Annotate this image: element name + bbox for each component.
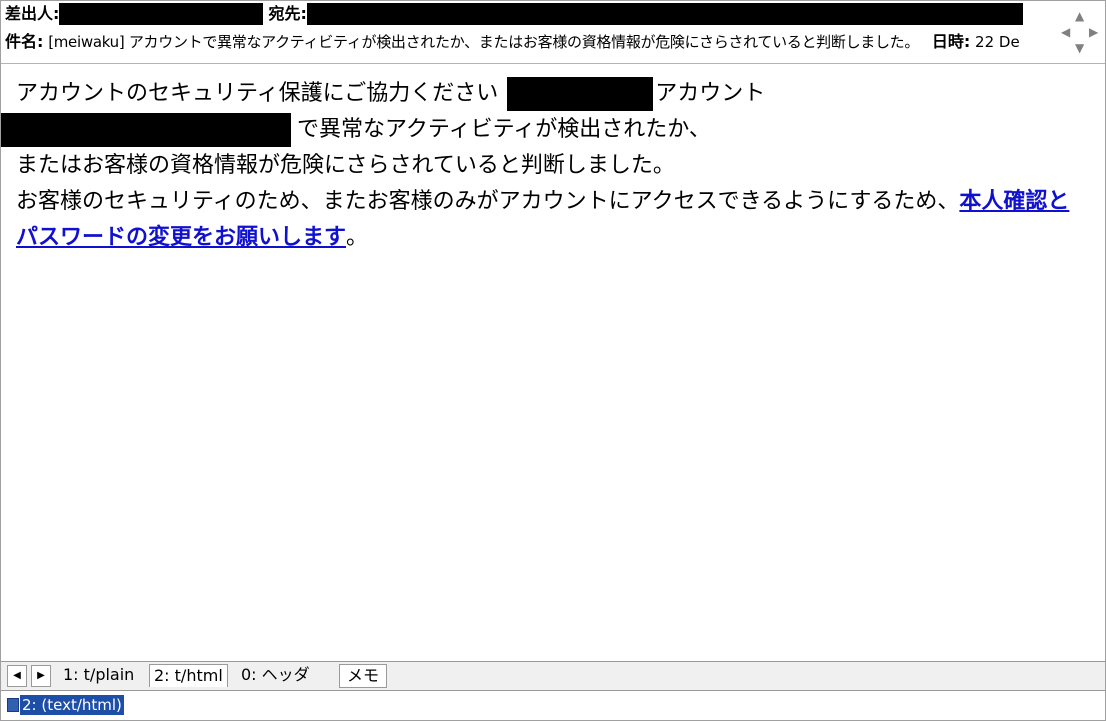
body-line-1-account: アカウント [655, 81, 766, 106]
mail-header: 差出人: 宛先: 件名: [meiwaku] アカウントで異常なアクティビティが… [1, 1, 1105, 64]
body-line-1-text: アカウントのセキュリティ保護にご協力ください [16, 81, 499, 106]
from-label: 差出人: [5, 4, 60, 23]
attachment-item[interactable]: 2: (text/html) [19, 694, 125, 716]
date-value: 22 De [975, 33, 1020, 51]
message-body: アカウントのセキュリティ保護にご協力ください アカウント で異常なアクティビティ… [1, 64, 1105, 661]
body-line-2: で異常なアクティビティが検出されたか、 [1, 112, 1086, 148]
subject-text[interactable]: [meiwaku] アカウントで異常なアクティビティが検出されたか、またはお客様… [48, 33, 919, 51]
arrow-down-icon[interactable]: ▼ [1075, 42, 1084, 54]
header-scroll-arrows[interactable]: ▲ ◀ ▶ ▼ [1057, 2, 1105, 60]
body-line-1: アカウントのセキュリティ保護にご協力ください アカウント [16, 76, 1086, 112]
tab-next-button[interactable]: ▶ [31, 665, 51, 687]
body-line-4: お客様のセキュリティのため、またお客様のみがアカウントにアクセスできるようにする… [16, 184, 1086, 256]
subject-label: 件名: [5, 32, 44, 51]
memo-button[interactable]: メモ [339, 664, 387, 688]
body-line-2-text: で異常なアクティビティが検出されたか、 [297, 117, 711, 142]
arrow-left-icon[interactable]: ◀ [1061, 26, 1070, 38]
tab-plain[interactable]: 1: t/plain [59, 664, 138, 686]
from-redacted [59, 3, 264, 25]
redacted-block-2 [1, 113, 291, 147]
tab-html[interactable]: 2: t/html [149, 664, 228, 687]
arrow-up-icon[interactable]: ▲ [1075, 10, 1084, 22]
mail-viewer: 差出人: 宛先: 件名: [meiwaku] アカウントで異常なアクティビティが… [0, 0, 1106, 721]
date-label: 日時: [931, 32, 971, 51]
redacted-block-1 [507, 77, 654, 111]
body-line-4-text: お客様のセキュリティのため、またお客様のみがアカウントにアクセスできるようにする… [16, 189, 960, 214]
body-line-3: またはお客様の資格情報が危険にさらされていると判断しました。 [16, 153, 675, 178]
message-text: アカウントのセキュリティ保護にご協力ください アカウント で異常なアクティビティ… [1, 76, 1086, 256]
part-tabs-bar: ◀ ▶ 1: t/plain 2: t/html 0: ヘッダ メモ [1, 661, 1105, 691]
tab-prev-button[interactable]: ◀ [7, 665, 27, 687]
arrow-right-icon[interactable]: ▶ [1089, 26, 1098, 38]
header-row-addresses: 差出人: 宛先: [5, 3, 1023, 25]
to-label: 宛先: [268, 4, 307, 23]
tab-header[interactable]: 0: ヘッダ [237, 664, 314, 686]
to-redacted [306, 3, 1023, 25]
header-row-subject: 件名: [meiwaku] アカウントで異常なアクティビティが検出されたか、また… [5, 31, 1057, 53]
body-line-4-end: 。 [346, 225, 369, 250]
attachment-bar: 2: (text/html) [1, 691, 1105, 720]
document-icon [7, 698, 19, 712]
